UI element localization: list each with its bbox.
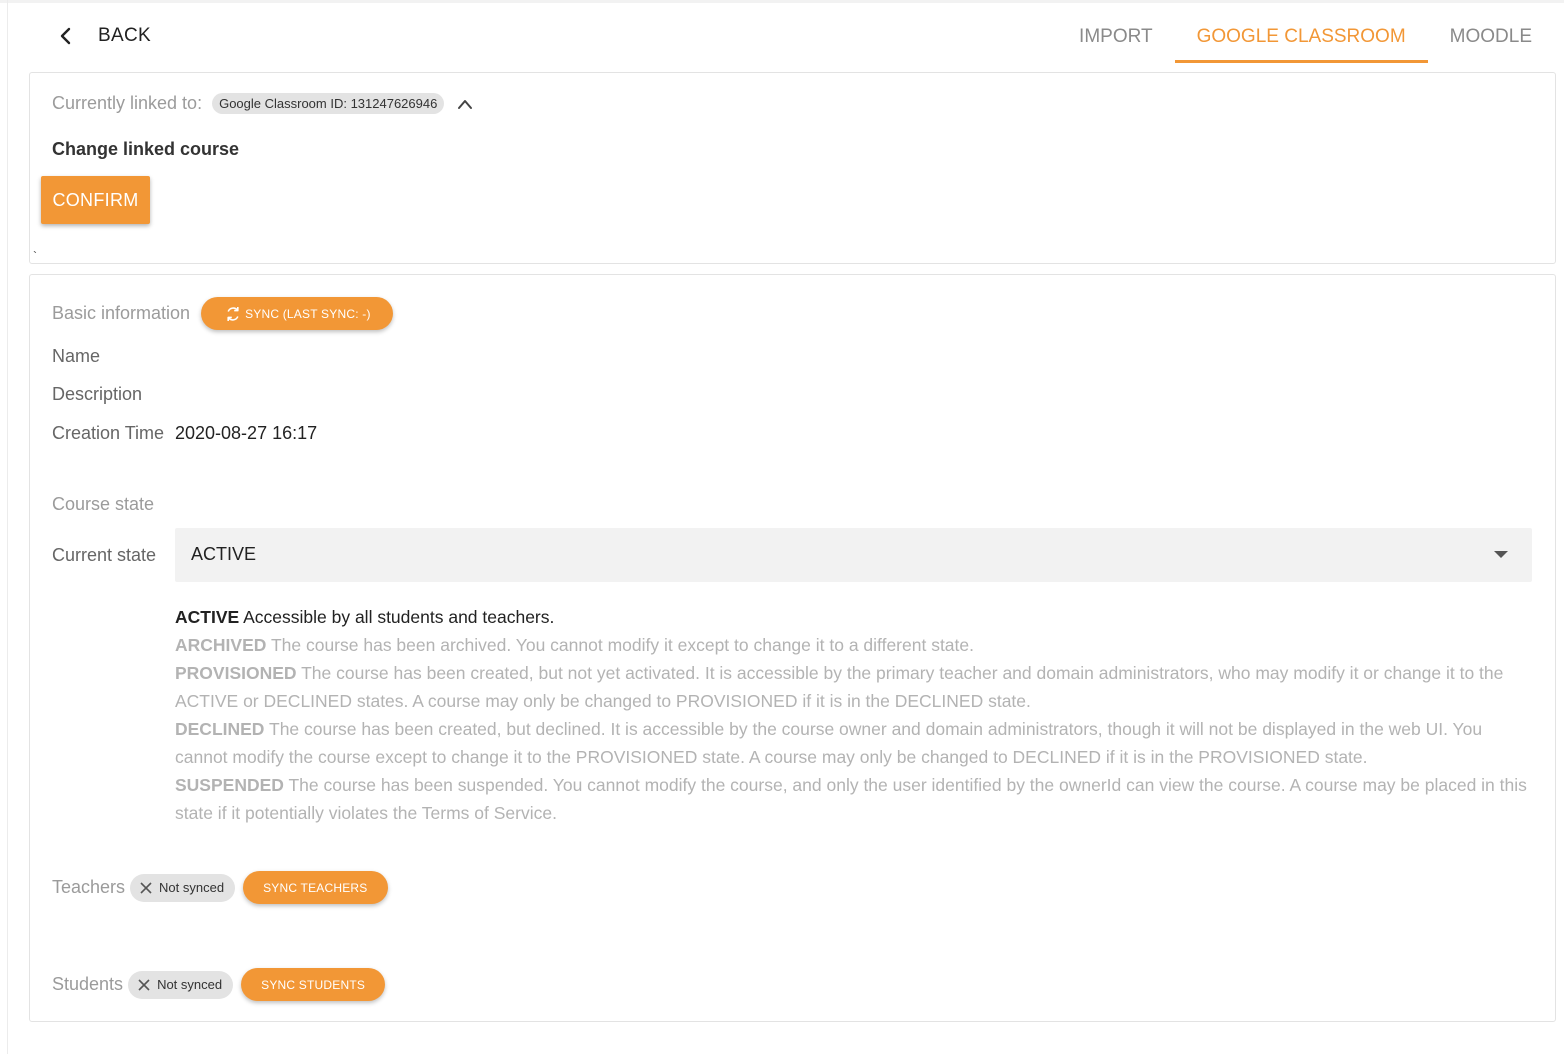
creation-time-label: Creation Time [52,423,165,443]
sync-button[interactable]: SYNC (LAST SYNC: -) [201,297,393,330]
top-border [0,0,1564,3]
description-label: Description [52,384,143,404]
state-name: PROVISIONED [175,663,297,683]
teachers-status-text: Not synced [159,880,225,895]
state-name: SUSPENDED [175,775,284,795]
teachers-label: Teachers [52,877,126,897]
currently-linked-label: Currently linked to: [52,93,203,113]
currently-linked-row: Currently linked to: Google Classroom ID… [52,93,474,114]
tab-moodle[interactable]: MOODLE [1428,14,1554,62]
dropdown-arrow-icon [1494,551,1508,558]
stray-mark: ` [33,249,37,263]
state-description-provisioned: PROVISIONED The course has been created,… [175,659,1535,715]
sync-teachers-button[interactable]: SYNC TEACHERS [243,871,388,904]
students-status-text: Not synced [157,977,223,992]
state-text: The course has been created, but decline… [175,719,1483,767]
tab-import[interactable]: IMPORT [1057,14,1175,62]
back-button[interactable]: BACK [56,24,151,48]
state-descriptions: ACTIVE Accessible by all students and te… [175,603,1535,827]
sync-students-button[interactable]: SYNC STUDENTS [241,968,386,1001]
sync-button-label: SYNC (LAST SYNC: -) [245,306,371,321]
students-status-chip: Not synced [128,970,234,999]
basic-information-label: Basic information [52,303,191,323]
state-description-declined: DECLINED The course has been created, bu… [175,715,1535,771]
state-name: DECLINED [175,719,265,739]
state-description-suspended: SUSPENDED The course has been suspended.… [175,771,1535,827]
current-state-select[interactable]: ACTIVE [175,528,1532,582]
confirm-button[interactable]: CONFIRM [41,176,150,224]
back-label: BACK [98,25,151,46]
change-linked-course-title: Change linked course [52,139,240,159]
state-text: The course has been archived. You cannot… [270,635,974,655]
linked-course-panel: Currently linked to: Google Classroom ID… [29,72,1556,264]
close-icon [140,881,152,894]
chevron-up-icon[interactable] [456,97,474,111]
name-label: Name [52,346,101,366]
tab-google-classroom[interactable]: GOOGLE CLASSROOM [1174,14,1428,63]
state-description-active: ACTIVE Accessible by all students and te… [175,603,1535,631]
teachers-row: Teachers Not synced SYNC TEACHERS [52,871,388,904]
students-row: Students Not synced SYNC STUDENTS [52,968,386,1001]
close-icon [138,978,150,991]
state-text: The course has been suspended. You canno… [175,775,1527,823]
current-state-value: ACTIVE [191,544,257,564]
state-description-archived: ARCHIVED The course has been archived. Y… [175,631,1535,659]
state-name: ACTIVE [175,607,240,627]
state-text: Accessible by all students and teachers. [243,607,555,627]
creation-time-value: 2020-08-27 16:17 [175,423,318,443]
basic-information-header: Basic information SYNC (LAST SYNC: -) [52,297,393,330]
teachers-status-chip: Not synced [130,873,236,902]
course-state-label: Course state [52,494,155,514]
left-border [7,0,8,1054]
state-text: The course has been created, but not yet… [175,663,1504,711]
current-state-label: Current state [52,545,157,565]
basic-information-panel: Basic information SYNC (LAST SYNC: -) Na… [29,274,1556,1022]
linked-course-chip: Google Classroom ID: 131247626946 [212,93,445,114]
tab-bar: IMPORT GOOGLE CLASSROOM MOODLE [1057,14,1554,63]
state-name: ARCHIVED [175,635,267,655]
sync-icon [227,306,239,321]
students-label: Students [52,974,124,994]
chevron-left-icon [60,27,71,45]
